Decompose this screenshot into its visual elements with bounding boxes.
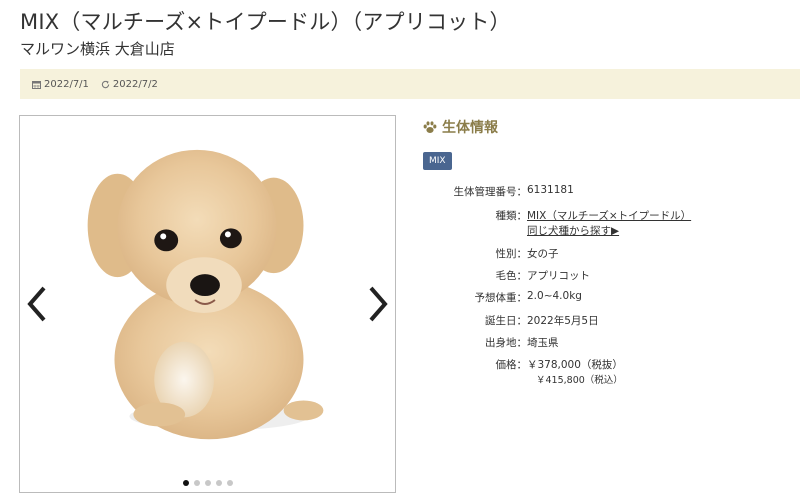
chevron-left-icon[interactable] <box>25 284 49 324</box>
store-name: マルワン横浜 大倉山店 <box>20 40 175 58</box>
pet-info: 生体情報 MIX 生体管理番号： 6131181 種類： MIX（マルチーズ×ト… <box>423 116 803 386</box>
spec-value: アプリコット <box>527 270 590 282</box>
spec-label: 誕生日： <box>485 315 527 327</box>
paw-icon <box>423 120 437 133</box>
spec-value: 埼玉県 <box>527 337 559 349</box>
refresh-icon <box>101 80 110 88</box>
photo-gallery[interactable] <box>19 115 396 493</box>
price-excl-tax: ￥378,000（税抜） <box>527 359 623 371</box>
spec-value: 女の子 <box>527 248 559 260</box>
spec-label: 出身地： <box>485 337 527 349</box>
breed-tag[interactable]: MIX <box>423 152 452 170</box>
carousel-dot[interactable] <box>204 480 211 486</box>
calendar-icon <box>32 80 41 89</box>
puppy-photo <box>20 116 395 492</box>
price-incl-tax: ￥415,800（税込） <box>536 375 623 386</box>
carousel-dot[interactable] <box>182 480 189 486</box>
carousel-dot[interactable] <box>226 480 233 486</box>
posted-date: 2022/7/1 <box>32 79 89 90</box>
spec-value: 6131181 <box>527 184 574 196</box>
spec-label: 価格： <box>495 359 528 371</box>
carousel-dot[interactable] <box>215 480 222 486</box>
info-heading-text: 生体情報 <box>442 120 498 136</box>
date-bar: 2022/7/1 2022/7/2 <box>20 69 800 99</box>
spec-value: 2022年5月5日 <box>527 315 599 327</box>
posted-date-text: 2022/7/1 <box>44 78 89 90</box>
spec-label: 毛色： <box>495 270 528 282</box>
spec-label: 種類： <box>495 210 528 222</box>
chevron-right-icon[interactable] <box>366 284 390 324</box>
spec-label: 生体管理番号： <box>453 186 528 198</box>
updated-date: 2022/7/2 <box>101 79 158 90</box>
carousel-dots <box>20 480 395 486</box>
spec-value: 2.0~4.0kg <box>527 290 582 302</box>
spec-label: 予想体重： <box>474 292 528 304</box>
same-breed-link[interactable]: 同じ犬種から探す▶ <box>527 223 619 238</box>
info-heading: 生体情報 <box>423 116 803 138</box>
updated-date-text: 2022/7/2 <box>112 78 158 90</box>
breed-link[interactable]: MIX（マルチーズ×トイプードル） <box>527 208 691 223</box>
spec-label: 性別： <box>495 248 528 260</box>
page-title: MIX（マルチーズ×トイプードル）（アプリコット） <box>20 10 511 34</box>
carousel-dot[interactable] <box>193 480 200 486</box>
